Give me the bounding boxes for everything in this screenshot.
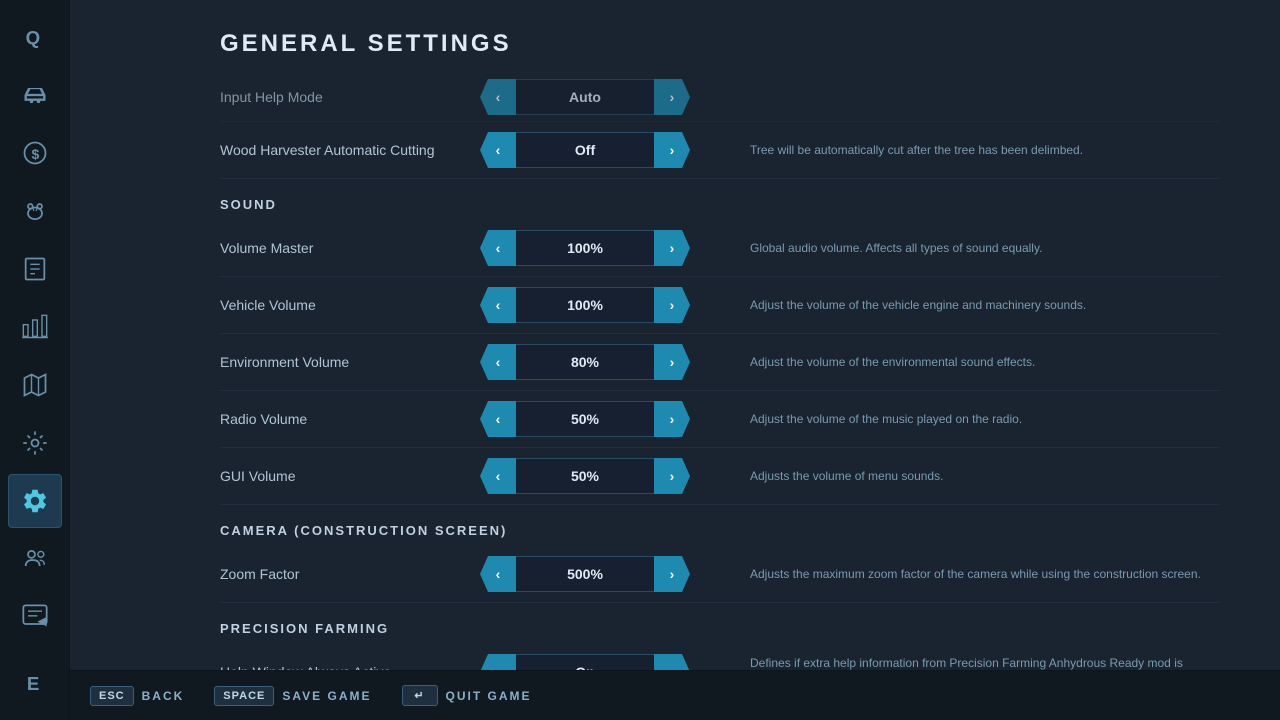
- sidebar-item-vehicle[interactable]: [8, 68, 62, 122]
- partial-setting-row: Input Help Mode ‹ Auto ›: [220, 73, 1220, 122]
- setting-control-help-window: ‹ On ›: [480, 654, 690, 670]
- setting-control-volume-master: ‹ 100% ›: [480, 230, 690, 266]
- partial-increase-btn[interactable]: ›: [654, 79, 690, 115]
- quit-label: QUIT GAME: [446, 689, 532, 703]
- volume-master-increase-btn[interactable]: ›: [654, 230, 690, 266]
- setting-control-gui-volume: ‹ 50% ›: [480, 458, 690, 494]
- setting-row-wood-harvester: Wood Harvester Automatic Cutting ‹ Off ›…: [220, 122, 1220, 179]
- gui-volume-value: 50%: [516, 458, 654, 494]
- setting-control-wood-harvester: ‹ Off ›: [480, 132, 690, 168]
- quit-game-button[interactable]: ↵ QUIT GAME: [402, 685, 532, 706]
- setting-label-zoom-factor: Zoom Factor: [220, 566, 480, 582]
- back-label: BACK: [142, 689, 185, 703]
- vehicle-volume-decrease-btn[interactable]: ‹: [480, 287, 516, 323]
- gui-volume-decrease-btn[interactable]: ‹: [480, 458, 516, 494]
- sidebar-item-e[interactable]: E: [8, 656, 62, 710]
- environment-volume-value: 80%: [516, 344, 654, 380]
- setting-row-zoom-factor: Zoom Factor ‹ 500% › Adjusts the maximum…: [220, 546, 1220, 603]
- svg-text:E: E: [26, 673, 38, 694]
- setting-row-radio-volume: Radio Volume ‹ 50% › Adjust the volume o…: [220, 391, 1220, 448]
- setting-label-vehicle-volume: Vehicle Volume: [220, 297, 480, 313]
- partial-label: Input Help Mode: [220, 89, 480, 105]
- setting-row-environment-volume: Environment Volume ‹ 80% › Adjust the vo…: [220, 334, 1220, 391]
- setting-label-gui-volume: GUI Volume: [220, 468, 480, 484]
- radio-volume-decrease-btn[interactable]: ‹: [480, 401, 516, 437]
- settings-scroll[interactable]: Input Help Mode ‹ Auto › Wood Harvester …: [70, 73, 1280, 670]
- volume-master-decrease-btn[interactable]: ‹: [480, 230, 516, 266]
- setting-control-vehicle-volume: ‹ 100% ›: [480, 287, 690, 323]
- svg-text:Q: Q: [25, 27, 40, 48]
- setting-row-volume-master: Volume Master ‹ 100% › Global audio volu…: [220, 220, 1220, 277]
- quit-key: ↵: [402, 685, 438, 706]
- save-key: SPACE: [214, 686, 274, 706]
- partial-control: ‹ Auto ›: [480, 79, 690, 115]
- back-key: ESC: [90, 686, 134, 706]
- setting-control-radio-volume: ‹ 50% ›: [480, 401, 690, 437]
- section-header-precision: PRECISION FARMING: [220, 603, 1220, 644]
- setting-row-vehicle-volume: Vehicle Volume ‹ 100% › Adjust the volum…: [220, 277, 1220, 334]
- setting-control-environment-volume: ‹ 80% ›: [480, 344, 690, 380]
- setting-label-wood-harvester: Wood Harvester Automatic Cutting: [220, 142, 480, 158]
- section-header-sound: SOUND: [220, 179, 1220, 220]
- wood-harvester-increase-btn[interactable]: ›: [654, 132, 690, 168]
- setting-desc-help-window: Defines if extra help information from P…: [690, 655, 1220, 670]
- setting-desc-volume-master: Global audio volume. Affects all types o…: [690, 240, 1220, 257]
- sidebar-item-production[interactable]: [8, 300, 62, 354]
- main-content: GENERAL SETTINGS Input Help Mode ‹ Auto …: [70, 0, 1280, 720]
- environment-volume-decrease-btn[interactable]: ‹: [480, 344, 516, 380]
- zoom-factor-increase-btn[interactable]: ›: [654, 556, 690, 592]
- page-title: GENERAL SETTINGS: [220, 30, 1200, 58]
- sidebar-item-animals[interactable]: [8, 184, 62, 238]
- save-label: SAVE GAME: [282, 689, 371, 703]
- sidebar-item-map[interactable]: [8, 358, 62, 412]
- setting-control-zoom-factor: ‹ 500% ›: [480, 556, 690, 592]
- radio-volume-value: 50%: [516, 401, 654, 437]
- zoom-factor-value: 500%: [516, 556, 654, 592]
- help-window-value: On: [516, 654, 654, 670]
- sidebar-item-contracts[interactable]: [8, 242, 62, 296]
- setting-row-help-window: Help Window Always Active ‹ On › Defines…: [220, 644, 1220, 670]
- save-game-button[interactable]: SPACE SAVE GAME: [214, 686, 371, 706]
- volume-master-value: 100%: [516, 230, 654, 266]
- wood-harvester-decrease-btn[interactable]: ‹: [480, 132, 516, 168]
- setting-desc-gui-volume: Adjusts the volume of menu sounds.: [690, 468, 1220, 485]
- help-window-increase-btn[interactable]: ›: [654, 654, 690, 670]
- setting-desc-zoom-factor: Adjusts the maximum zoom factor of the c…: [690, 566, 1220, 583]
- back-button[interactable]: ESC BACK: [90, 686, 184, 706]
- sidebar-item-settings[interactable]: [8, 474, 62, 528]
- radio-volume-increase-btn[interactable]: ›: [654, 401, 690, 437]
- setting-desc-vehicle-volume: Adjust the volume of the vehicle engine …: [690, 297, 1220, 314]
- page-header: GENERAL SETTINGS: [70, 0, 1280, 73]
- wood-harvester-value: Off: [516, 132, 654, 168]
- setting-label-volume-master: Volume Master: [220, 240, 480, 256]
- sidebar-item-help[interactable]: [8, 590, 62, 644]
- svg-text:$: $: [31, 146, 39, 162]
- help-window-decrease-btn[interactable]: ‹: [480, 654, 516, 670]
- setting-desc-radio-volume: Adjust the volume of the music played on…: [690, 411, 1220, 428]
- section-header-camera: CAMERA (CONSTRUCTION SCREEN): [220, 505, 1220, 546]
- partial-value: Auto: [516, 79, 654, 115]
- vehicle-volume-value: 100%: [516, 287, 654, 323]
- setting-desc-wood-harvester: Tree will be automatically cut after the…: [690, 142, 1220, 159]
- sidebar-item-equipment[interactable]: [8, 416, 62, 470]
- sidebar-item-q[interactable]: Q: [8, 10, 62, 64]
- sidebar-item-multiplayer[interactable]: [8, 532, 62, 586]
- footer: ESC BACK SPACE SAVE GAME ↵ QUIT GAME: [70, 670, 1280, 720]
- setting-desc-environment-volume: Adjust the volume of the environmental s…: [690, 354, 1220, 371]
- setting-label-environment-volume: Environment Volume: [220, 354, 480, 370]
- sidebar: Q $ E: [0, 0, 70, 720]
- sidebar-item-economy[interactable]: $: [8, 126, 62, 180]
- vehicle-volume-increase-btn[interactable]: ›: [654, 287, 690, 323]
- setting-label-radio-volume: Radio Volume: [220, 411, 480, 427]
- gui-volume-increase-btn[interactable]: ›: [654, 458, 690, 494]
- setting-row-gui-volume: GUI Volume ‹ 50% › Adjusts the volume of…: [220, 448, 1220, 505]
- zoom-factor-decrease-btn[interactable]: ‹: [480, 556, 516, 592]
- environment-volume-increase-btn[interactable]: ›: [654, 344, 690, 380]
- partial-decrease-btn[interactable]: ‹: [480, 79, 516, 115]
